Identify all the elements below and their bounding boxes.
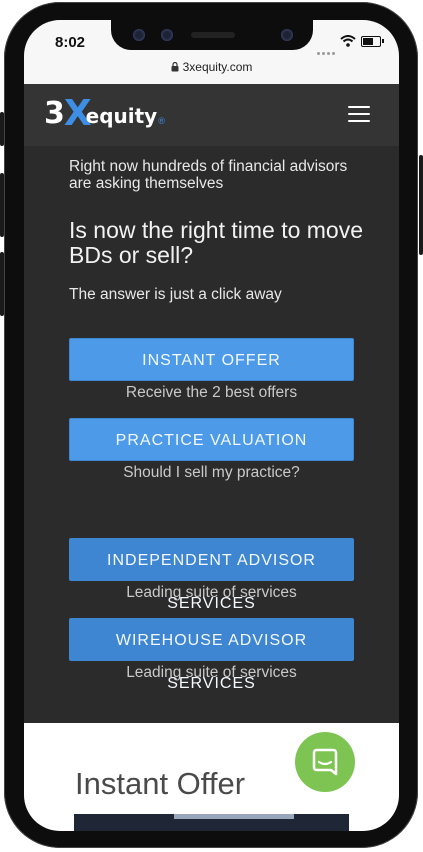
hamburger-icon[interactable] <box>348 106 372 124</box>
sensor-icon <box>161 29 173 41</box>
wirehouse-advisor-services-caption: Leading suite of services <box>126 664 297 681</box>
address-bar[interactable]: 3xequity.com <box>24 56 399 85</box>
logo-equity: equity <box>85 104 158 128</box>
speaker-grille <box>191 32 235 38</box>
chat-icon <box>312 748 338 776</box>
practice-valuation-caption: Should I sell my practice? <box>123 464 300 481</box>
screen: 8:02 3xequity.com 3 Xequity ® Right now … <box>24 20 399 831</box>
status-time: 8:02 <box>55 34 86 51</box>
site-header: 3 Xequity ® <box>24 84 399 146</box>
instant-offer-caption: Receive the 2 best offers <box>125 384 298 401</box>
3xequity-logo[interactable]: 3 Xequity ® <box>44 96 165 132</box>
hero-section: Right now hundreds of financial advisors… <box>24 146 399 723</box>
independent-advisor-services-button[interactable]: INDEPENDENT ADVISOR SERVICES <box>69 538 354 612</box>
section-title: Instant Offer <box>75 766 246 801</box>
hero-headline: Is now the right time to move BDs or sel… <box>69 217 364 268</box>
front-camera-icon <box>133 29 145 41</box>
independent-advisor-services-caption: Leading suite of services <box>126 584 297 601</box>
battery-icon <box>361 36 384 47</box>
volume-down-button <box>0 252 4 316</box>
proximity-sensor-icon <box>281 29 293 41</box>
url-text: 3xequity.com <box>182 60 253 74</box>
logo-registered: ® <box>158 116 165 126</box>
hero-subline: The answer is just a click away <box>69 286 282 303</box>
lock-icon <box>171 57 179 79</box>
status-bar: 8:02 <box>24 20 399 56</box>
notch <box>111 20 313 50</box>
practice-valuation-button[interactable]: PRACTICE VALUATION <box>69 418 354 461</box>
logo-3: 3 <box>44 96 65 131</box>
volume-up-button <box>0 173 4 237</box>
section-image <box>74 814 349 831</box>
wirehouse-advisor-services-button[interactable]: WIREHOUSE ADVISOR SERVICES <box>69 618 354 692</box>
instant-offer-button[interactable]: INSTANT OFFER <box>69 338 354 381</box>
chat-button[interactable] <box>295 732 355 792</box>
power-button <box>419 155 423 255</box>
mute-switch <box>0 112 4 146</box>
hero-intro: Right now hundreds of financial advisors… <box>69 158 348 192</box>
wifi-icon <box>340 34 356 52</box>
